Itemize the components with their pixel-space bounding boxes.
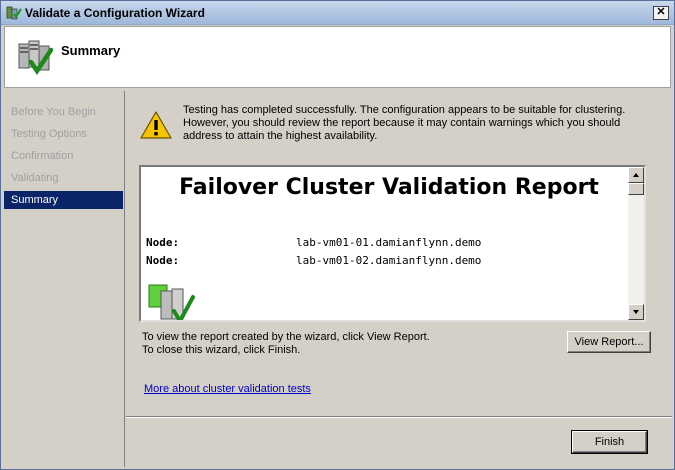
arrow-down-icon [633,310,639,314]
node-name: lab-vm01-02.damianflynn.demo [296,254,482,267]
wizard-window: Validate a Configuration Wizard ✕ Summar… [0,0,675,470]
wizard-steps-nav: Before You Begin Testing Options Confirm… [4,91,125,467]
node-label: Node: [146,254,180,267]
node-name: lab-vm01-01.damianflynn.demo [296,236,482,249]
page-title: Summary [61,43,121,58]
window-title: Validate a Configuration Wizard [25,6,205,20]
finish-button[interactable]: Finish [571,430,648,454]
scroll-down-button[interactable] [628,304,644,320]
step-before-you-begin[interactable]: Before You Begin [4,103,123,121]
warning-icon [140,111,172,139]
report-preview[interactable]: Failover Cluster Validation Report Node:… [139,165,646,322]
arrow-up-icon [633,173,639,177]
divider [126,416,672,418]
node-label: Node: [146,236,180,249]
scroll-thumb[interactable] [628,183,644,195]
report-scrollbar[interactable] [628,167,644,320]
wizard-header: Summary [4,26,671,88]
step-validating[interactable]: Validating [4,169,123,187]
step-summary[interactable]: Summary [4,191,123,209]
view-report-button[interactable]: View Report... [567,331,651,353]
step-testing-options[interactable]: Testing Options [4,125,123,143]
report-title: Failover Cluster Validation Report [179,175,599,200]
instructions: To view the report created by the wizard… [142,331,430,357]
cluster-wizard-icon [6,6,22,20]
cluster-validation-icon [148,284,195,320]
view-report-hint: To view the report created by the wizard… [142,331,430,343]
close-button[interactable]: ✕ [653,6,669,20]
cluster-validation-icon [18,40,53,76]
more-info-link[interactable]: More about cluster validation tests [144,383,311,395]
scroll-up-button[interactable] [628,167,644,183]
title-bar[interactable]: Validate a Configuration Wizard ✕ [1,1,674,25]
wizard-content: Testing has completed successfully. The … [126,91,672,467]
finish-hint: To close this wizard, click Finish. [142,344,301,356]
completion-message: Testing has completed successfully. The … [183,104,626,142]
step-confirmation[interactable]: Confirmation [4,147,123,165]
